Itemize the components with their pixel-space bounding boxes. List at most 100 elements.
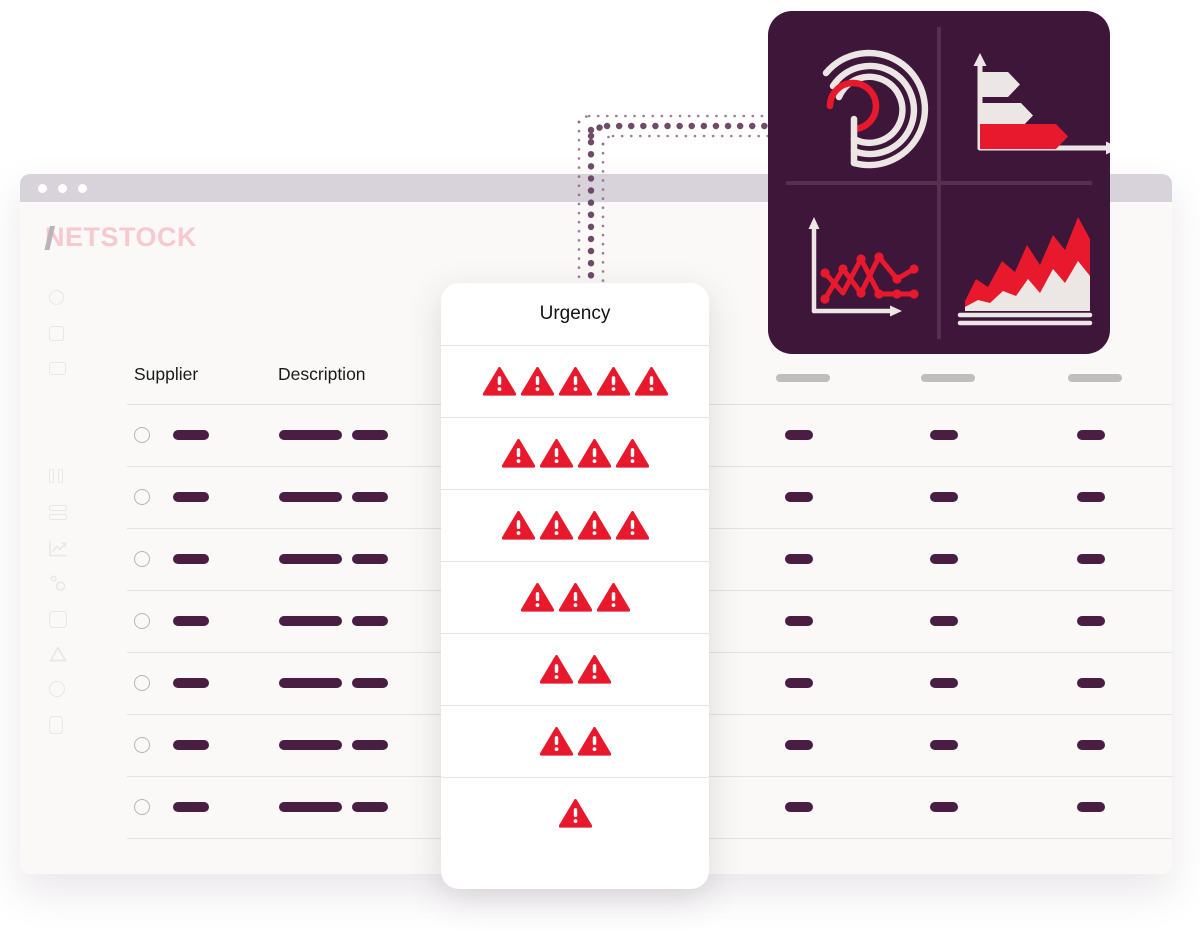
cell-placeholder-bar [352,554,388,564]
netstock-logo: NETSTOCK [45,224,197,251]
row-select-radio[interactable] [134,551,150,567]
cell-placeholder-bar [785,802,813,812]
warning-triangle-icon [634,366,668,396]
urgency-row-list [441,346,709,849]
cell-placeholder-bar [785,678,813,688]
cell-placeholder-bar [1077,430,1105,440]
cell-placeholder-bar [930,492,958,502]
analytics-panel [768,11,1110,354]
warning-triangle-icon [482,366,516,396]
cell-placeholder-bar [930,554,958,564]
row-select-radio[interactable] [134,675,150,691]
warning-triangle-icon [615,510,649,540]
warning-triangle-icon [615,438,649,468]
warning-triangle-icon [520,366,554,396]
warning-triangle-icon [539,438,573,468]
cell-placeholder-bar [785,430,813,440]
column-header-placeholder[interactable] [776,374,830,382]
circle-icon[interactable] [49,681,65,697]
warning-triangle-icon [558,798,592,828]
column-header-placeholder[interactable] [921,374,975,382]
cell-placeholder-bar [279,802,342,812]
cell-placeholder-bar [930,802,958,812]
cell-placeholder-bar [173,554,209,564]
cell-placeholder-bar [173,492,209,502]
cell-placeholder-bar [930,616,958,626]
warning-triangle-icon [596,582,630,612]
cell-placeholder-bar [1077,554,1105,564]
cell-placeholder-bar [352,492,388,502]
cell-placeholder-bar [352,616,388,626]
warning-triangle-icon [539,510,573,540]
cell-placeholder-bar [1077,616,1105,626]
logo-rest: ETSTOCK [65,222,198,252]
warning-triangle-icon [558,366,592,396]
cell-placeholder-bar [279,616,342,626]
urgency-row[interactable] [441,418,709,489]
logo-letter-n: N [45,222,65,252]
cell-placeholder-bar [1077,492,1105,502]
cell-placeholder-bar [930,678,958,688]
cell-placeholder-bar [930,740,958,750]
row-select-radio[interactable] [134,737,150,753]
scatter-plot-icon[interactable] [49,574,67,592]
urgency-row[interactable] [441,346,709,417]
cell-placeholder-bar [173,616,209,626]
cell-placeholder-bar [352,430,388,440]
urgency-row[interactable] [441,778,709,849]
screenshot-root: NETSTOCK Supplier Description Urgency [0,0,1200,949]
line-chart-icon[interactable] [49,540,67,557]
cell-placeholder-bar [279,492,342,502]
warning-triangle-icon [596,366,630,396]
urgency-row[interactable] [441,490,709,561]
cell-placeholder-bar [785,492,813,502]
horizontal-bar-chart [973,53,1110,155]
urgency-row[interactable] [441,706,709,777]
rounded-rect-icon[interactable] [49,716,63,734]
cell-placeholder-bar [173,802,209,812]
row-select-radio[interactable] [134,613,150,629]
cell-placeholder-bar [1077,678,1105,688]
triangle-outline-icon[interactable] [49,646,67,662]
row-select-radio[interactable] [134,799,150,815]
urgency-title: Urgency [539,303,611,324]
urgency-card: Urgency [441,283,709,889]
columns-icon[interactable] [49,469,65,483]
window-minimize-dot[interactable] [58,183,67,193]
row-select-radio[interactable] [134,427,150,443]
circle-outline-icon[interactable] [49,290,64,305]
warning-triangle-icon [577,510,611,540]
cell-placeholder-bar [785,616,813,626]
square-rounded-icon[interactable] [49,611,67,628]
zigzag-line-chart [808,217,919,317]
urgency-row[interactable] [441,562,709,633]
cell-placeholder-bar [1077,740,1105,750]
row-select-radio[interactable] [134,489,150,505]
cell-placeholder-bar [173,678,209,688]
window-close-dot[interactable] [38,183,47,193]
column-header[interactable]: Supplier [134,364,198,385]
cell-placeholder-bar [1077,802,1105,812]
rectangle-outline-icon[interactable] [49,362,66,375]
cell-placeholder-bar [352,678,388,688]
cell-placeholder-bar [352,802,388,812]
column-header[interactable]: Description [278,364,366,385]
cell-placeholder-bar [785,740,813,750]
window-maximize-dot[interactable] [78,183,87,193]
cell-placeholder-bar [173,430,209,440]
cell-placeholder-bar [352,740,388,750]
warning-triangle-icon [520,582,554,612]
warning-triangle-icon [558,582,592,612]
stacked-list-icon[interactable] [49,505,67,521]
cell-placeholder-bar [279,430,342,440]
warning-triangle-icon [577,654,611,684]
stacked-area-chart [957,217,1093,326]
cell-placeholder-bar [279,554,342,564]
warning-triangle-icon [501,510,535,540]
square-outline-icon[interactable] [49,326,64,341]
cell-placeholder-bar [785,554,813,564]
column-header-placeholder[interactable] [1068,374,1122,382]
warning-triangle-icon [539,726,573,756]
urgency-row[interactable] [441,634,709,705]
cell-placeholder-bar [279,678,342,688]
